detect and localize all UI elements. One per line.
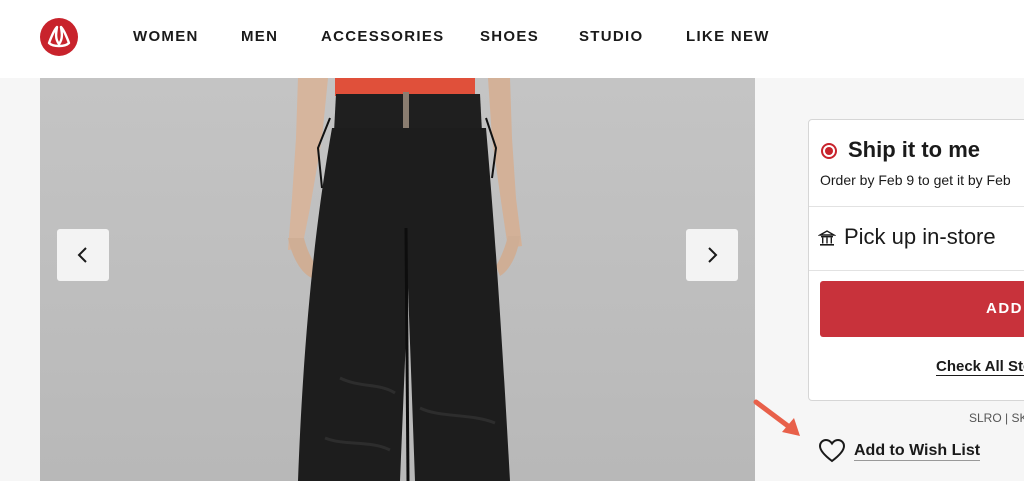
gallery-prev-button[interactable] [57,229,109,281]
add-to-wishlist[interactable]: Add to Wish List [818,438,981,464]
nav-shoes[interactable]: SHOES [480,28,539,45]
pickup-option[interactable]: Pick up in-store [809,207,1024,271]
nav-like-new[interactable]: LIKE NEW [686,28,770,45]
nav-men[interactable]: MEN [241,28,278,45]
nav-accessories[interactable]: ACCESSORIES [321,28,445,45]
fulfillment-panel: Ship it to me Order by Feb 9 to get it b… [808,119,1024,401]
radio-selected-dot [825,147,833,155]
check-all-stores-link[interactable]: Check All Sto [936,358,1024,376]
ship-option[interactable]: Ship it to me Order by Feb 9 to get it b… [809,120,1024,207]
add-button-label: ADD [986,300,1023,317]
product-image-gallery[interactable] [40,78,755,481]
site-header: WOMEN MEN ACCESSORIES SHOES STUDIO LIKE … [0,0,1024,78]
ship-radio[interactable] [821,143,837,159]
product-sku: SLRO | SK [969,411,1024,425]
add-to-bag-button[interactable]: ADD [820,281,1024,337]
wishlist-label: Add to Wish List [854,441,981,461]
ship-title: Ship it to me [848,137,980,162]
pickup-title: Pick up in-store [844,224,996,249]
chevron-left-icon [77,247,87,263]
nav-women[interactable]: WOMEN [133,28,199,45]
nav-studio[interactable]: STUDIO [579,28,643,45]
ship-delivery-note: Order by Feb 9 to get it by Feb [820,172,1011,188]
gallery-next-button[interactable] [686,229,738,281]
product-photo [288,78,522,481]
lululemon-logo-icon[interactable] [40,18,78,56]
heart-icon [818,438,846,463]
store-icon [818,230,836,246]
chevron-right-icon [708,247,718,263]
red-arrow-icon [753,399,800,436]
